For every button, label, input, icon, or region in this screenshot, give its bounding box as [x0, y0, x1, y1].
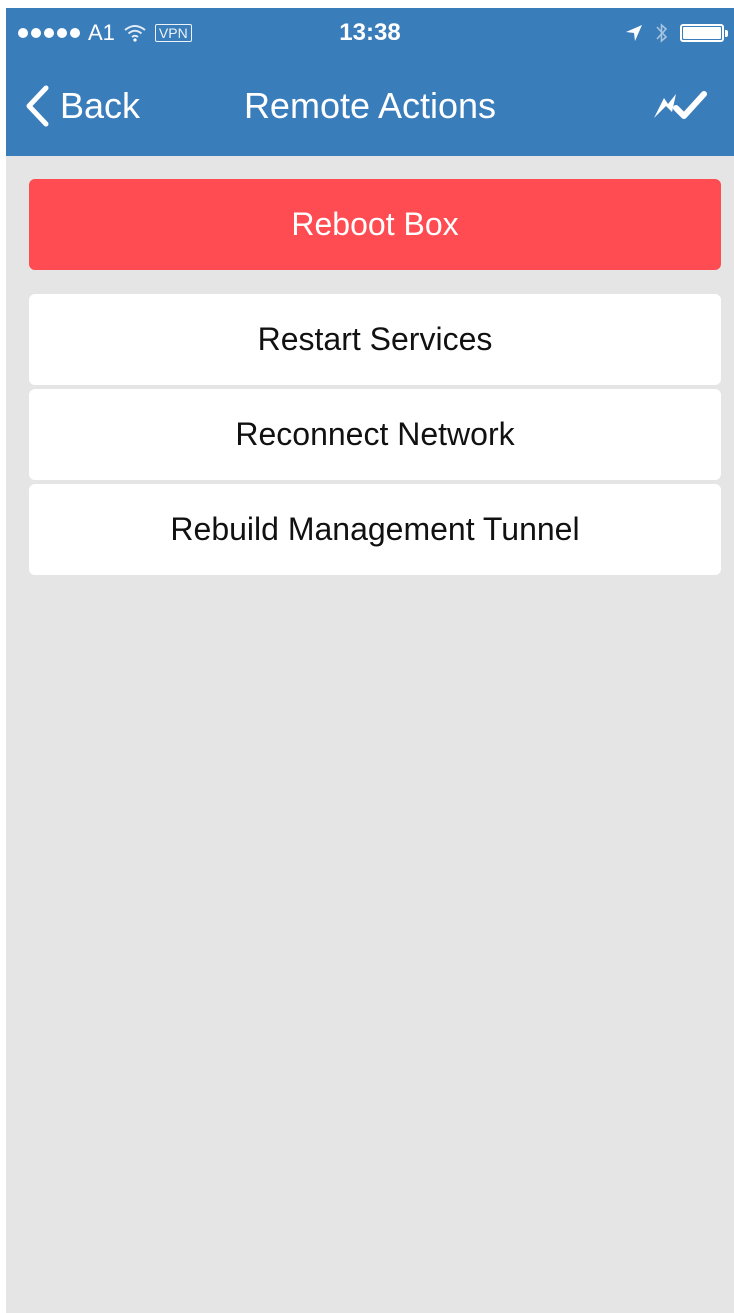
- wifi-icon: [124, 25, 146, 42]
- back-label: Back: [60, 85, 141, 126]
- reconnect-network-button[interactable]: Reconnect Network: [29, 389, 721, 480]
- check-arrows-icon: [654, 91, 707, 119]
- status-left: A1 VPN: [18, 20, 192, 46]
- carrier-label: A1: [88, 20, 115, 45]
- chevron-left-icon: [26, 85, 49, 127]
- app-header: A1 VPN 13:38 Back Remote Actions: [6, 8, 734, 156]
- navigation-bar: Back Remote Actions: [6, 58, 734, 156]
- status-bar: A1 VPN 13:38: [6, 8, 734, 58]
- battery-fill: [683, 27, 721, 39]
- check-arrows-button[interactable]: [650, 88, 710, 124]
- bluetooth-icon: [656, 23, 668, 43]
- action-list: Restart Services Reconnect Network Rebui…: [29, 294, 721, 579]
- vpn-badge: VPN: [154, 24, 192, 42]
- restart-services-button[interactable]: Restart Services: [29, 294, 721, 385]
- reboot-box-button[interactable]: Reboot Box: [29, 179, 721, 270]
- battery-icon: [680, 24, 728, 42]
- location-arrow-icon: [626, 25, 642, 41]
- signal-dots-icon: [18, 28, 80, 38]
- rebuild-management-tunnel-button[interactable]: Rebuild Management Tunnel: [29, 484, 721, 575]
- status-right: [624, 20, 728, 46]
- phone-screen: A1 VPN 13:38 Back Remote Actions Reboot …: [6, 8, 734, 1313]
- back-button[interactable]: Back: [24, 80, 140, 132]
